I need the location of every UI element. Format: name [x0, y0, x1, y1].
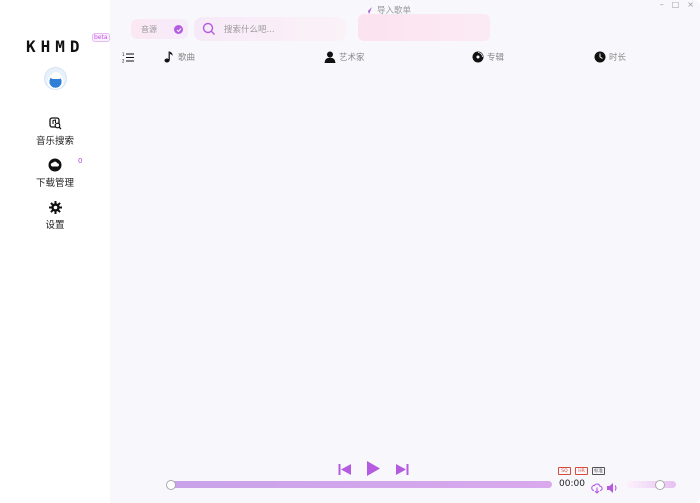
svg-text:2: 2	[122, 58, 125, 63]
volume-slider[interactable]	[626, 479, 676, 490]
cloud-download-icon	[48, 158, 62, 172]
app-window: – □ × KHMD beta 音乐搜索 下载管理 0 设置 导入歌单 音源 搜…	[0, 0, 700, 503]
gear-icon	[48, 200, 62, 214]
close-button[interactable]: ×	[687, 0, 694, 9]
sidebar-item-label: 设置	[45, 220, 65, 231]
app-logo: KHMD	[26, 37, 85, 56]
clock-icon	[594, 51, 606, 63]
progress-handle[interactable]	[166, 479, 176, 490]
list-sort-button[interactable]: 12	[122, 49, 134, 65]
music-note-icon	[163, 51, 175, 63]
column-artist-label: 艺术家	[339, 53, 365, 63]
column-album[interactable]: 专辑	[472, 49, 504, 65]
download-button[interactable]	[591, 479, 603, 498]
source-select-label: 音源	[141, 24, 157, 34]
source-select[interactable]: 音源	[131, 19, 188, 39]
player-controls	[338, 460, 409, 481]
quality-sq-badge[interactable]: SQ	[558, 467, 571, 475]
column-artist[interactable]: 艺术家	[324, 49, 365, 65]
download-count-badge: 0	[78, 157, 83, 165]
play-button[interactable]	[366, 460, 381, 481]
previous-track-button[interactable]	[338, 461, 352, 480]
progress-slider[interactable]	[166, 479, 552, 490]
volume-handle[interactable]	[655, 479, 665, 490]
column-duration-label: 时长	[609, 53, 627, 63]
song-list-header: 12 歌曲 艺术家 专辑 时长	[120, 49, 690, 67]
quality-hr-badge[interactable]: HR	[575, 467, 588, 475]
search-action-area[interactable]	[358, 14, 490, 41]
sidebar-item-label: 音乐搜索	[35, 136, 74, 147]
svg-text:1: 1	[122, 52, 125, 57]
search-icon	[202, 22, 216, 39]
playback-time: 00:00	[559, 479, 585, 489]
sidebar-item-music-search[interactable]: 音乐搜索	[0, 116, 110, 147]
volume-icon[interactable]	[606, 479, 619, 498]
album-disc-icon	[472, 51, 484, 63]
music-search-icon	[48, 116, 62, 130]
sort-list-icon: 12	[122, 51, 134, 63]
column-album-label: 专辑	[487, 53, 505, 63]
next-track-button[interactable]	[395, 461, 409, 480]
search-placeholder: 搜索什么吧...	[224, 25, 275, 35]
avatar[interactable]	[44, 67, 67, 90]
artist-icon	[324, 51, 336, 63]
column-song[interactable]: 歌曲	[163, 49, 195, 65]
sidebar: KHMD beta 音乐搜索 下载管理 0 设置	[0, 0, 110, 503]
check-icon	[174, 25, 183, 34]
column-song-label: 歌曲	[178, 53, 196, 63]
version-badge: beta	[92, 33, 110, 42]
sidebar-item-label: 下载管理	[35, 178, 74, 189]
window-controls: – □ ×	[660, 0, 694, 9]
maximize-button[interactable]: □	[672, 0, 680, 9]
quality-badges: SQ HR 标准	[558, 467, 605, 475]
quality-standard-badge[interactable]: 标准	[592, 467, 605, 475]
sidebar-item-settings[interactable]: 设置	[0, 200, 110, 231]
minimize-button[interactable]: –	[660, 0, 664, 9]
sidebar-item-download-manager[interactable]: 下载管理	[0, 158, 110, 189]
column-duration[interactable]: 时长	[594, 49, 626, 65]
search-input[interactable]: 搜索什么吧...	[194, 17, 346, 41]
